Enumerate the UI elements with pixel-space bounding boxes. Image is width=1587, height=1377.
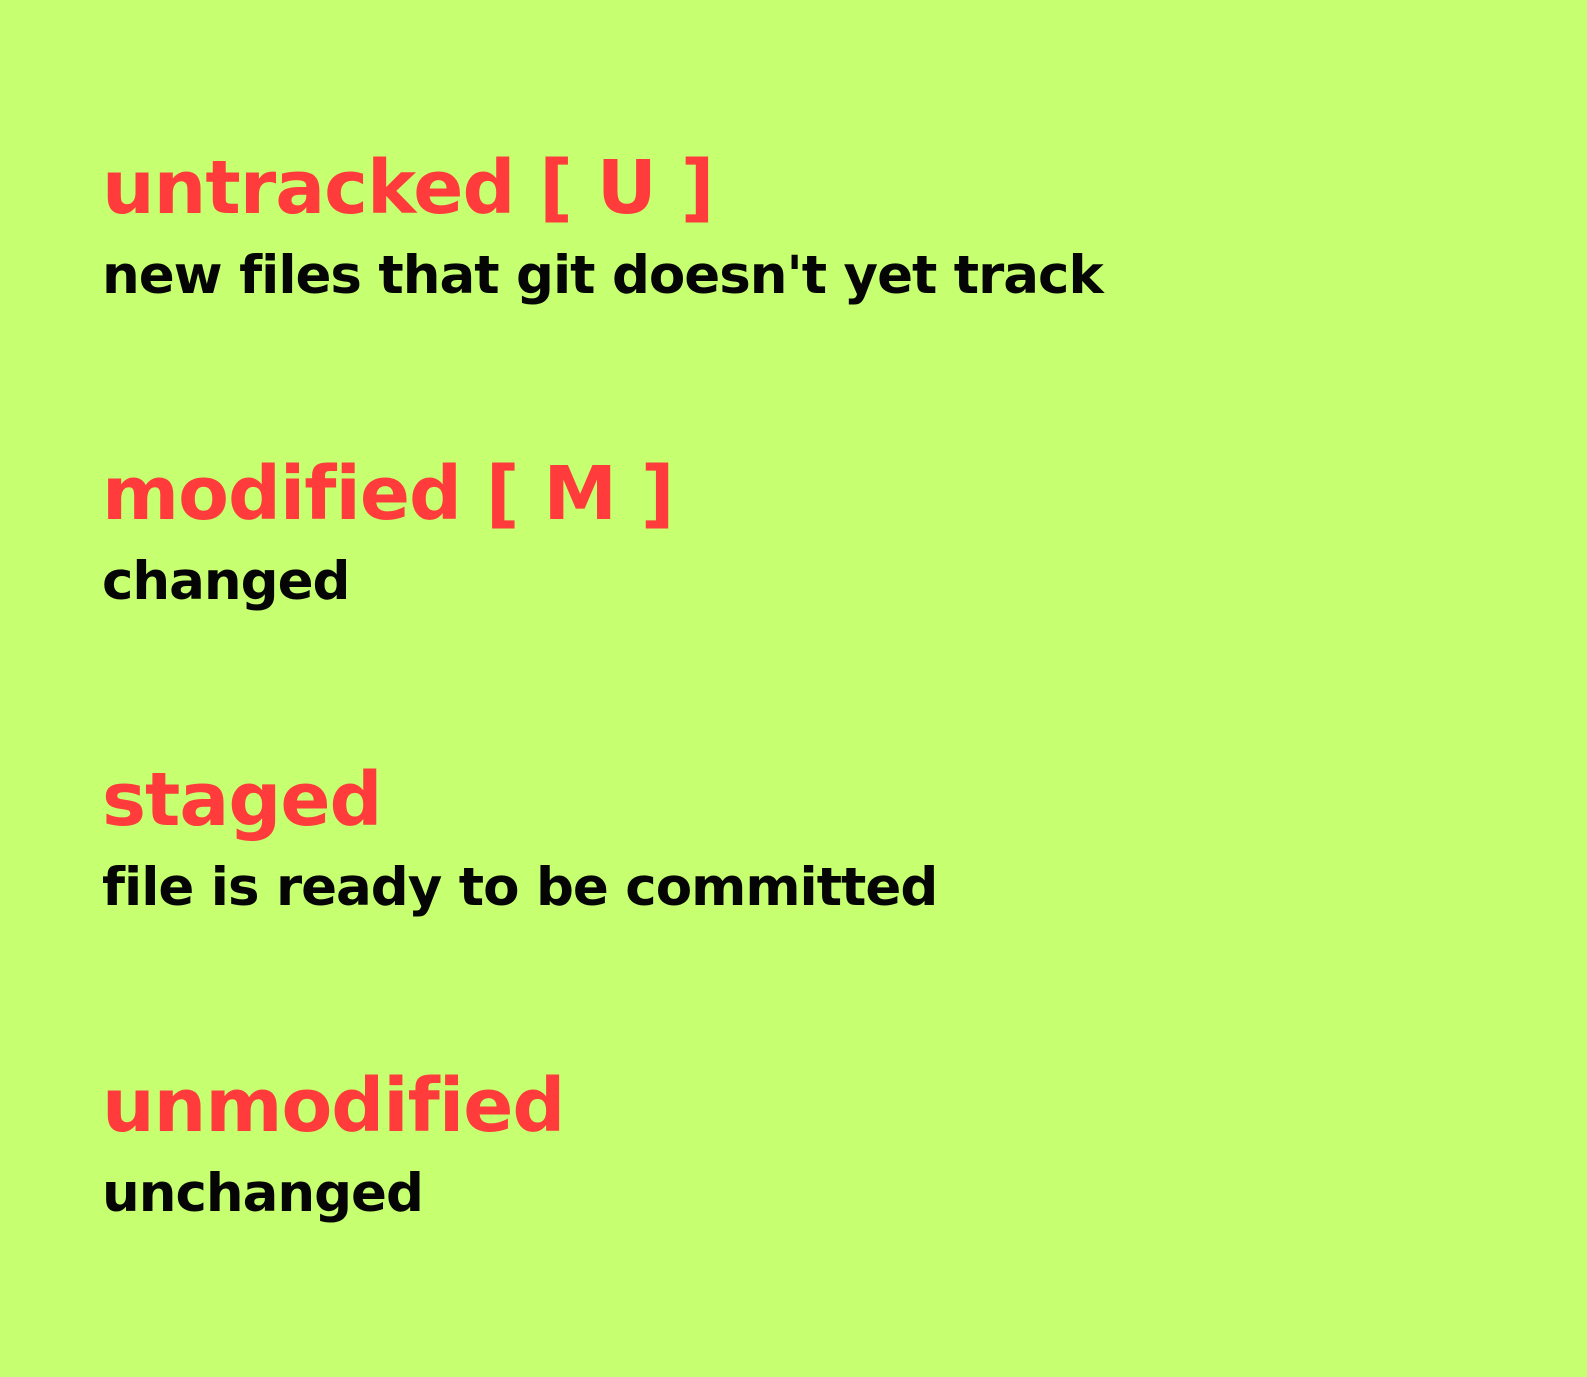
- untracked-status-title: untracked [ U ]: [102, 145, 714, 231]
- modified-status-block: modified [ M ] changed: [102, 451, 1587, 758]
- staged-status-title: staged: [102, 757, 383, 843]
- unmodified-status-description: unchanged: [102, 1162, 424, 1224]
- staged-status-description: file is ready to be committed: [102, 856, 938, 918]
- modified-status-title: modified [ M ]: [102, 451, 675, 537]
- untracked-status-block: untracked [ U ] new files that git doesn…: [102, 145, 1587, 452]
- git-status-card: untracked [ U ] new files that git doesn…: [0, 0, 1587, 1377]
- staged-status-block: staged file is ready to be committed: [102, 757, 1587, 1064]
- untracked-status-description: new files that git doesn't yet track: [102, 244, 1104, 306]
- unmodified-status-block: unmodified unchanged: [102, 1063, 1587, 1370]
- unmodified-status-title: unmodified: [102, 1063, 565, 1149]
- modified-status-description: changed: [102, 550, 350, 612]
